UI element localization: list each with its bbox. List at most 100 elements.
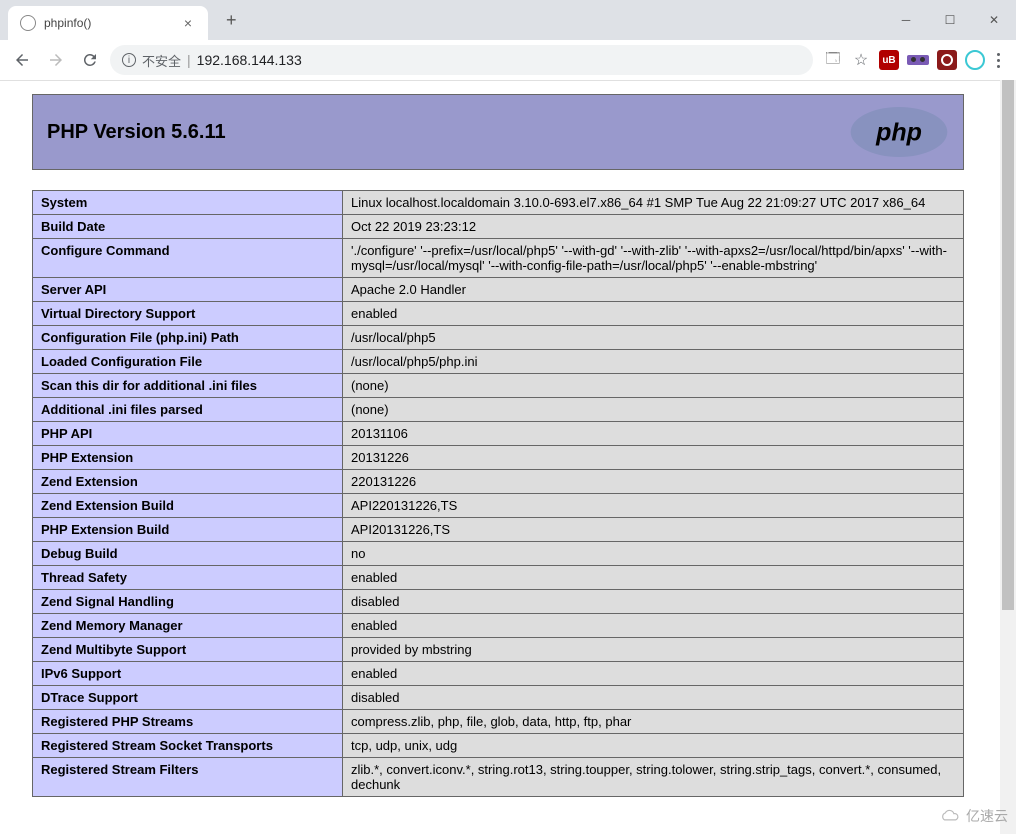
info-value: 20131106 xyxy=(343,422,964,446)
table-row: PHP Extension20131226 xyxy=(33,446,964,470)
info-value: API20131226,TS xyxy=(343,518,964,542)
reload-icon xyxy=(81,51,99,69)
info-key: Virtual Directory Support xyxy=(33,302,343,326)
info-value: enabled xyxy=(343,302,964,326)
info-key: Configure Command xyxy=(33,239,343,278)
close-window-button[interactable]: ✕ xyxy=(972,4,1016,36)
info-key: DTrace Support xyxy=(33,686,343,710)
table-row: IPv6 Supportenabled xyxy=(33,662,964,686)
scrollbar[interactable] xyxy=(1000,80,1016,834)
info-value: disabled xyxy=(343,686,964,710)
info-key: Registered PHP Streams xyxy=(33,710,343,734)
info-value: enabled xyxy=(343,614,964,638)
info-value: disabled xyxy=(343,590,964,614)
extension-icon[interactable] xyxy=(907,55,929,65)
table-row: Registered Stream Socket Transportstcp, … xyxy=(33,734,964,758)
page-title: PHP Version 5.6.11 xyxy=(47,121,226,144)
info-key: Server API xyxy=(33,278,343,302)
cloud-icon xyxy=(938,809,962,823)
info-key: PHP Extension Build xyxy=(33,518,343,542)
address-bar[interactable]: i 不安全 | 192.168.144.133 xyxy=(110,45,813,75)
info-key: Registered Stream Filters xyxy=(33,758,343,797)
info-key: Zend Signal Handling xyxy=(33,590,343,614)
table-row: Configure Command'./configure' '--prefix… xyxy=(33,239,964,278)
browser-toolbar: i 不安全 | 192.168.144.133 🗔 ☆ uB xyxy=(0,40,1016,80)
info-key: Scan this dir for additional .ini files xyxy=(33,374,343,398)
url-text: 192.168.144.133 xyxy=(197,52,302,68)
bookmark-star-icon[interactable]: ☆ xyxy=(851,50,871,70)
translate-icon[interactable]: 🗔 xyxy=(823,50,843,70)
table-row: Registered PHP Streamscompress.zlib, php… xyxy=(33,710,964,734)
browser-tab[interactable]: phpinfo() × xyxy=(8,6,208,40)
forward-button[interactable] xyxy=(42,46,70,74)
menu-button[interactable] xyxy=(993,49,1004,72)
tab-bar: phpinfo() × + ─ ☐ ✕ xyxy=(0,0,1016,40)
info-key: Zend Memory Manager xyxy=(33,614,343,638)
minimize-button[interactable]: ─ xyxy=(884,4,928,36)
info-key: Zend Extension Build xyxy=(33,494,343,518)
table-row: SystemLinux localhost.localdomain 3.10.0… xyxy=(33,191,964,215)
table-row: Registered Stream Filterszlib.*, convert… xyxy=(33,758,964,797)
info-key: Debug Build xyxy=(33,542,343,566)
browser-chrome: phpinfo() × + ─ ☐ ✕ i 不安全 | 192.168.144.… xyxy=(0,0,1016,81)
reload-button[interactable] xyxy=(76,46,104,74)
table-row: Zend Extension BuildAPI220131226,TS xyxy=(33,494,964,518)
table-row: PHP Extension BuildAPI20131226,TS xyxy=(33,518,964,542)
info-value: compress.zlib, php, file, glob, data, ht… xyxy=(343,710,964,734)
table-row: Virtual Directory Supportenabled xyxy=(33,302,964,326)
info-value: tcp, udp, unix, udg xyxy=(343,734,964,758)
table-row: Zend Memory Managerenabled xyxy=(33,614,964,638)
svg-text:php: php xyxy=(875,118,922,146)
ublock-icon[interactable]: uB xyxy=(879,50,899,70)
table-row: DTrace Supportdisabled xyxy=(33,686,964,710)
info-value: 220131226 xyxy=(343,470,964,494)
table-row: Additional .ini files parsed(none) xyxy=(33,398,964,422)
info-key: PHP Extension xyxy=(33,446,343,470)
extension-icons: 🗔 ☆ uB xyxy=(819,49,1008,72)
close-icon[interactable]: × xyxy=(180,15,196,31)
window-controls: ─ ☐ ✕ xyxy=(884,4,1016,36)
info-value: enabled xyxy=(343,662,964,686)
table-row: Debug Buildno xyxy=(33,542,964,566)
globe-icon xyxy=(20,15,36,31)
info-value: API220131226,TS xyxy=(343,494,964,518)
maximize-button[interactable]: ☐ xyxy=(928,4,972,36)
watermark: 亿速云 xyxy=(938,806,1008,826)
info-key: PHP API xyxy=(33,422,343,446)
info-key: Loaded Configuration File xyxy=(33,350,343,374)
scrollbar-thumb[interactable] xyxy=(1002,80,1014,610)
info-value: Linux localhost.localdomain 3.10.0-693.e… xyxy=(343,191,964,215)
table-row: Zend Extension220131226 xyxy=(33,470,964,494)
info-value: provided by mbstring xyxy=(343,638,964,662)
phpinfo-table: SystemLinux localhost.localdomain 3.10.0… xyxy=(32,190,964,797)
info-key: Registered Stream Socket Transports xyxy=(33,734,343,758)
table-row: Zend Multibyte Supportprovided by mbstri… xyxy=(33,638,964,662)
info-value: (none) xyxy=(343,398,964,422)
info-value: Oct 22 2019 23:23:12 xyxy=(343,215,964,239)
info-value: './configure' '--prefix=/usr/local/php5'… xyxy=(343,239,964,278)
info-key: Zend Multibyte Support xyxy=(33,638,343,662)
info-value: Apache 2.0 Handler xyxy=(343,278,964,302)
info-key: Additional .ini files parsed xyxy=(33,398,343,422)
page-content: PHP Version 5.6.11 php SystemLinux local… xyxy=(0,80,1000,834)
tab-title: phpinfo() xyxy=(44,16,172,30)
back-button[interactable] xyxy=(8,46,36,74)
extension-teal-icon[interactable] xyxy=(965,50,985,70)
insecure-label: 不安全 xyxy=(142,51,181,70)
php-logo-icon: php xyxy=(849,105,949,159)
camera-icon[interactable] xyxy=(937,50,957,70)
watermark-text: 亿速云 xyxy=(966,806,1008,826)
address-divider: | xyxy=(187,52,191,68)
arrow-left-icon xyxy=(13,51,31,69)
php-header: PHP Version 5.6.11 php xyxy=(32,94,964,170)
new-tab-button[interactable]: + xyxy=(218,6,245,35)
table-row: Server APIApache 2.0 Handler xyxy=(33,278,964,302)
info-key: System xyxy=(33,191,343,215)
info-key: Thread Safety xyxy=(33,566,343,590)
table-row: Build DateOct 22 2019 23:23:12 xyxy=(33,215,964,239)
info-key: Build Date xyxy=(33,215,343,239)
table-row: Zend Signal Handlingdisabled xyxy=(33,590,964,614)
info-value: zlib.*, convert.iconv.*, string.rot13, s… xyxy=(343,758,964,797)
info-key: IPv6 Support xyxy=(33,662,343,686)
info-value: /usr/local/php5/php.ini xyxy=(343,350,964,374)
